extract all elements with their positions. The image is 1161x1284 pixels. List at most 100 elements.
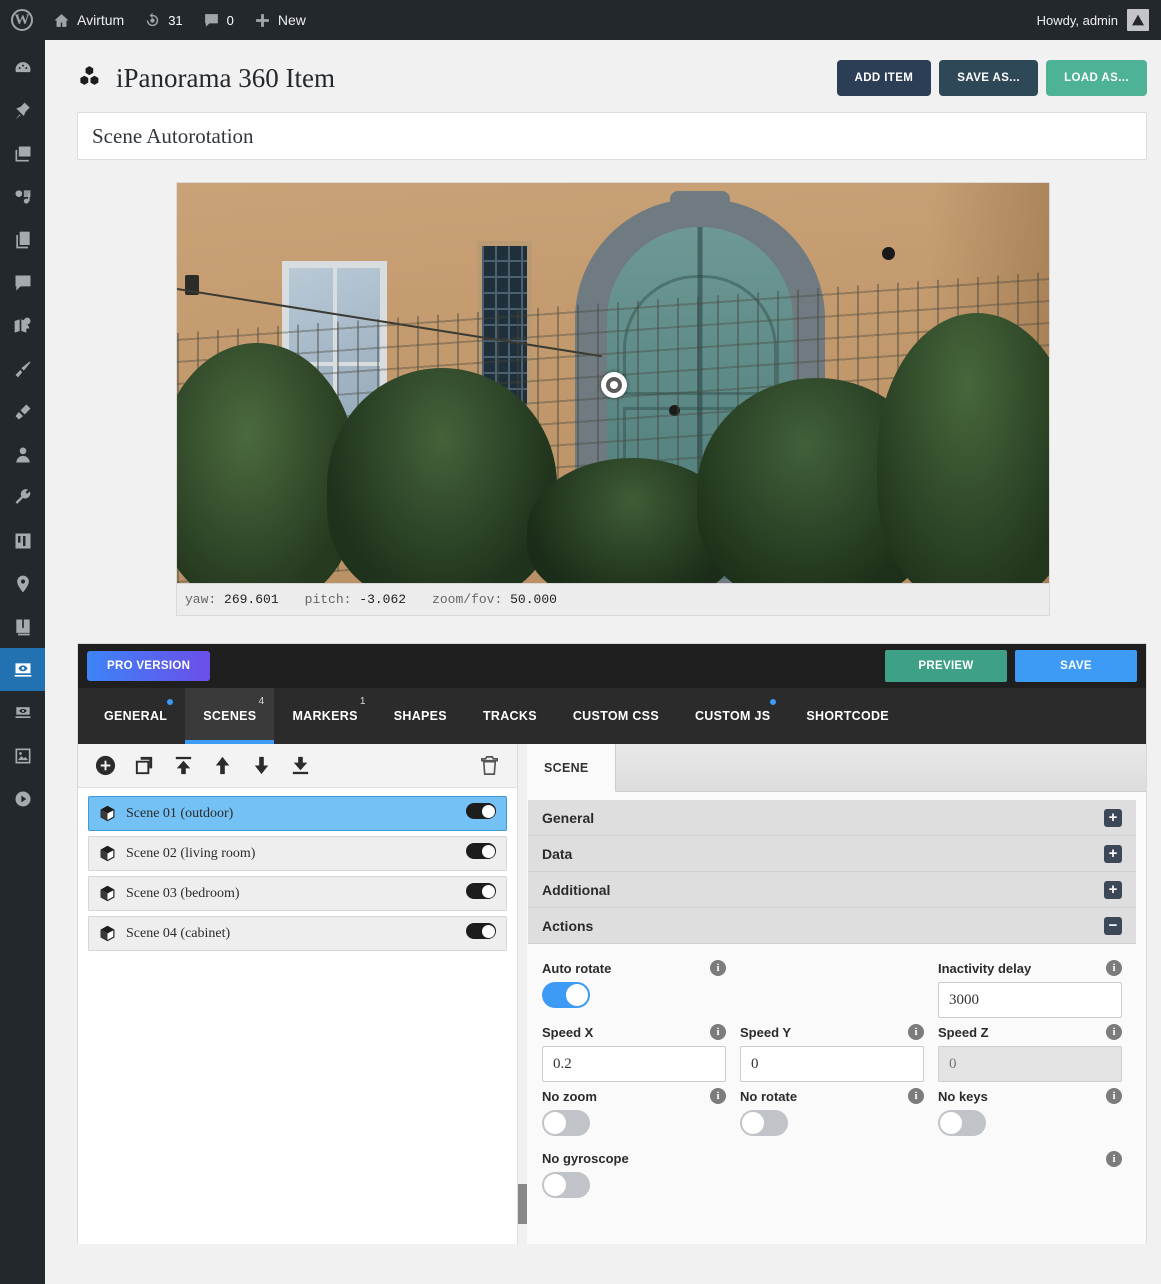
auto-rotate-toggle[interactable]: [542, 982, 590, 1008]
wordpress-icon: W: [11, 9, 33, 31]
comments-menu[interactable]: 0: [193, 0, 244, 40]
panorama-canvas[interactable]: [177, 183, 1049, 583]
info-icon[interactable]: i: [908, 1024, 924, 1040]
sidebar-item-book[interactable]: [0, 605, 45, 648]
no-zoom-label-row: No zoom i: [542, 1088, 726, 1104]
scene-list-item[interactable]: Scene 02 (living room): [88, 836, 507, 871]
no-keys-toggle[interactable]: [938, 1110, 986, 1136]
tab-general[interactable]: GENERAL: [86, 688, 185, 744]
sidebar-item-portfolio[interactable]: [0, 175, 45, 218]
site-name-menu[interactable]: Avirtum: [43, 0, 134, 40]
accordion-additional[interactable]: Additional +: [528, 872, 1136, 908]
plus-circle-icon[interactable]: [94, 754, 117, 777]
info-icon[interactable]: i: [1106, 960, 1122, 976]
speed-x-input[interactable]: [542, 1046, 726, 1082]
load-as-button[interactable]: LOAD AS...: [1046, 60, 1147, 96]
wordpress-logo-menu[interactable]: W: [0, 0, 43, 40]
pro-version-button[interactable]: PRO VERSION: [87, 651, 211, 681]
sidebar-item-appearance[interactable]: [0, 347, 45, 390]
expand-icon[interactable]: +: [1104, 880, 1122, 899]
accordion-title: General: [542, 809, 595, 826]
info-icon[interactable]: i: [1106, 1151, 1122, 1167]
speed-y-input[interactable]: [740, 1046, 924, 1082]
expand-icon[interactable]: +: [1104, 808, 1122, 827]
arrow-to-bottom-icon[interactable]: [289, 754, 312, 777]
collapse-icon[interactable]: −: [1104, 916, 1122, 935]
info-icon[interactable]: i: [1106, 1024, 1122, 1040]
info-icon[interactable]: i: [710, 960, 726, 976]
sidebar-item-ipanorama[interactable]: [0, 648, 53, 691]
item-title-input[interactable]: Scene Autorotation: [77, 112, 1147, 160]
scene-list-item[interactable]: Scene 03 (bedroom): [88, 876, 507, 911]
sidebar-item-locations[interactable]: [0, 562, 45, 605]
auto-rotate-label: Auto rotate: [542, 960, 612, 976]
sidebar-item-posts[interactable]: [0, 89, 45, 132]
scrollbar-thumb[interactable]: [518, 1184, 527, 1224]
tab-markers[interactable]: 1 MARKERS: [274, 688, 375, 744]
no-keys-label: No keys: [938, 1088, 988, 1104]
page-title-text: iPanorama 360 Item: [116, 62, 335, 93]
info-icon[interactable]: i: [1106, 1088, 1122, 1104]
expand-icon[interactable]: +: [1104, 844, 1122, 863]
info-icon[interactable]: i: [710, 1088, 726, 1104]
scene-list-item[interactable]: Scene 04 (cabinet): [88, 916, 507, 951]
arrow-up-icon[interactable]: [211, 754, 234, 777]
scene-enabled-toggle[interactable]: [466, 923, 496, 944]
trash-icon[interactable]: [478, 754, 501, 777]
accordion-actions[interactable]: Actions −: [528, 908, 1136, 944]
scene-enabled-toggle[interactable]: [466, 843, 496, 864]
preview-button[interactable]: PREVIEW: [885, 650, 1007, 682]
arrow-to-top-icon[interactable]: [172, 754, 195, 777]
gyroscope-row: No gyroscope i: [542, 1151, 1122, 1203]
tab-scenes[interactable]: 4 SCENES: [185, 688, 275, 744]
no-zoom-toggle[interactable]: [542, 1110, 590, 1136]
updates-menu[interactable]: 31: [134, 0, 192, 40]
plug-icon: [15, 404, 30, 419]
sidebar-item-maps[interactable]: [0, 304, 45, 347]
inactivity-delay-field: Inactivity delay i: [938, 960, 1122, 1018]
panorama-viewer[interactable]: yaw: 269.601 pitch: -3.062 zoom/fov: 50.…: [176, 182, 1050, 616]
no-rotate-toggle[interactable]: [740, 1110, 788, 1136]
scene-list: Scene 01 (outdoor) Scene 02 (living room…: [78, 788, 517, 959]
sidebar-item-pages[interactable]: [0, 218, 45, 261]
scene-enabled-toggle[interactable]: [466, 883, 496, 904]
tab-shapes[interactable]: SHAPES: [376, 688, 465, 744]
scene-list-item[interactable]: Scene 01 (outdoor): [88, 796, 507, 831]
arrow-down-icon[interactable]: [250, 754, 273, 777]
scene-enabled-toggle[interactable]: [466, 803, 496, 824]
scene-name: Scene 02 (living room): [126, 845, 256, 861]
no-gyroscope-toggle[interactable]: [542, 1172, 590, 1198]
sidebar-item-ipanorama-gallery[interactable]: [0, 734, 45, 777]
sidebar-item-comments[interactable]: [0, 261, 45, 304]
inactivity-delay-label-row: Inactivity delay i: [938, 960, 1122, 976]
info-icon[interactable]: i: [710, 1024, 726, 1040]
tab-custom-js[interactable]: CUSTOM JS: [677, 688, 788, 744]
account-menu[interactable]: Howdy, admin: [1037, 9, 1161, 31]
accordion-general[interactable]: General +: [528, 800, 1136, 836]
sidebar-item-users[interactable]: [0, 433, 45, 476]
inactivity-delay-input[interactable]: [938, 982, 1122, 1018]
properties-scrollbar[interactable]: [518, 744, 527, 1244]
hotspot-marker-icon[interactable]: [601, 372, 627, 398]
subtab-scene[interactable]: SCENE: [518, 744, 616, 792]
save-button[interactable]: SAVE: [1015, 650, 1137, 682]
sidebar-item-ipanorama-player[interactable]: [0, 777, 45, 820]
save-as-button[interactable]: SAVE AS...: [939, 60, 1039, 96]
editor-toolbar: PRO VERSION PREVIEW SAVE: [78, 644, 1146, 688]
sidebar-item-plugins[interactable]: [0, 390, 45, 433]
sidebar-item-ipanorama-views[interactable]: [0, 691, 45, 734]
page-title: iPanorama 360 Item: [77, 63, 335, 94]
copy-icon[interactable]: [133, 754, 156, 777]
yaw-value: 269.601: [224, 592, 279, 607]
tab-custom-css[interactable]: CUSTOM CSS: [555, 688, 677, 744]
info-icon[interactable]: i: [908, 1088, 924, 1104]
new-content-menu[interactable]: New: [244, 0, 316, 40]
tab-shortcode[interactable]: SHORTCODE: [788, 688, 907, 744]
sidebar-item-settings[interactable]: [0, 519, 45, 562]
sidebar-item-dashboard[interactable]: [0, 46, 45, 89]
sidebar-item-tools[interactable]: [0, 476, 45, 519]
tab-tracks[interactable]: TRACKS: [465, 688, 555, 744]
add-item-button[interactable]: ADD ITEM: [836, 60, 932, 96]
sidebar-item-media[interactable]: [0, 132, 45, 175]
accordion-data[interactable]: Data +: [528, 836, 1136, 872]
